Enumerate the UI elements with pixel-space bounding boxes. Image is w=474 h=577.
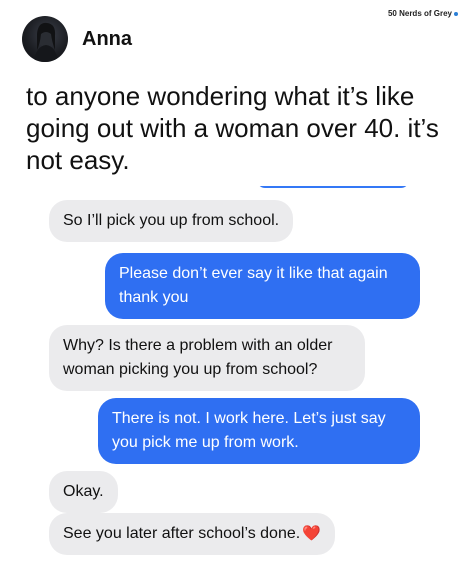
message-bubble-incoming: Okay. (49, 471, 118, 513)
message-text: Why? Is there a problem with an older wo… (63, 337, 333, 378)
watermark-text: 50 Nerds of Grey (387, 9, 452, 18)
message-text: There is not. I work here. Let’s just sa… (112, 410, 386, 451)
previous-outgoing-bubble-edge (257, 186, 409, 188)
chat-screenshot: So I’ll pick you up from school. Please … (35, 186, 431, 577)
avatar[interactable] (22, 16, 68, 62)
heart-icon: ❤️ (302, 525, 321, 542)
message-text: So I’ll pick you up from school. (63, 212, 280, 229)
message-bubble-incoming: So I’ll pick you up from school. (49, 200, 294, 242)
message-bubble-incoming: Why? Is there a problem with an older wo… (49, 325, 365, 391)
message-bubble-incoming: See you later after school’s done. ❤️ (49, 513, 335, 555)
message-bubble-outgoing: Please don’t ever say it like that again… (105, 253, 420, 319)
post-caption: to anyone wondering what it’s like going… (26, 81, 439, 175)
message-text: See you later after school’s done. (63, 525, 301, 542)
author-name[interactable]: Anna (82, 28, 132, 51)
watermark-dot-icon (454, 11, 458, 16)
message-text: Okay. (63, 483, 104, 500)
watermark: 50 Nerds of Grey (388, 9, 458, 18)
post-header: Anna (22, 16, 132, 62)
message-bubble-outgoing: There is not. I work here. Let’s just sa… (98, 398, 420, 464)
message-text: Please don’t ever say it like that again… (119, 265, 388, 306)
